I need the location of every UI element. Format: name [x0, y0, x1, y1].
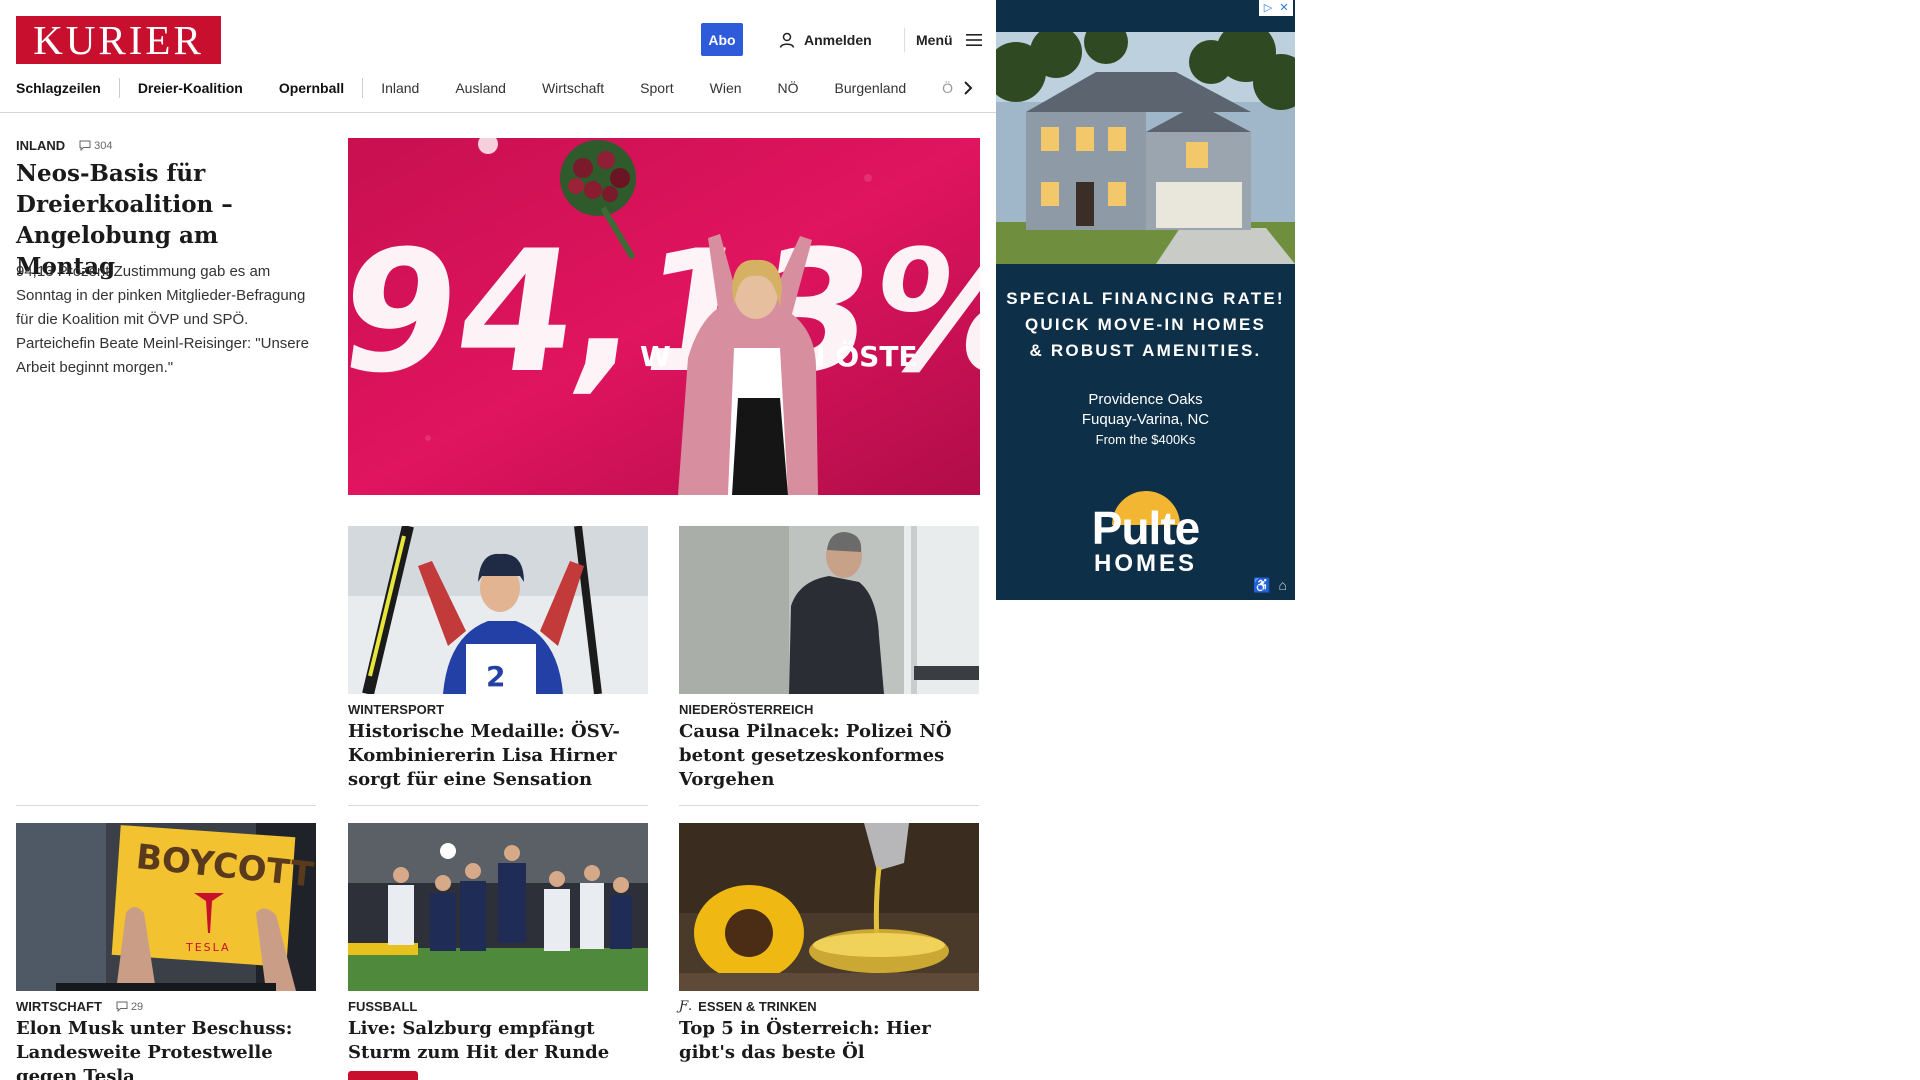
card-image-tesla[interactable]: BOYCOTT TESLA: [16, 823, 316, 991]
ad-choices-icon[interactable]: ▷: [1261, 2, 1275, 14]
chevron-right-icon: [964, 81, 973, 95]
lead-teaser: 94,13 Prozent Zustimmung gab es am Sonnt…: [16, 263, 309, 376]
nav-item-sport[interactable]: Sport: [640, 80, 673, 96]
card-image-fussball-art: [348, 823, 648, 991]
card-image-pilnacek[interactable]: [679, 526, 979, 694]
ad-community-name: Providence Oaks: [1088, 391, 1203, 408]
ad-location: Providence Oaks Fuquay-Varina, NC: [996, 390, 1295, 430]
ad-house-image-art: [996, 32, 1295, 264]
menu-button[interactable]: Menü: [916, 23, 983, 56]
header-divider: [904, 28, 905, 52]
ad-footer-icons: ♿ ⌂: [1253, 577, 1287, 594]
card-kicker-pilnacek: NIEDERÖSTERREICH: [679, 702, 813, 717]
comment-icon: [116, 1001, 128, 1012]
ad-headline-line: QUICK MOVE-IN HOMES: [1024, 315, 1267, 334]
card-image-fussball[interactable]: [348, 823, 648, 991]
nav-item-ausland[interactable]: Ausland: [455, 80, 506, 96]
section-nav: Schlagzeilen Dreier-Koalition Opernball …: [16, 77, 980, 99]
ad-price: From the $400Ks: [1095, 432, 1196, 447]
card-headline-wintersport[interactable]: Historische Medaille: ÖSV-Kombiniererin …: [348, 720, 648, 792]
ad-headline-line: SPECIAL FINANCING RATE!: [1006, 289, 1285, 308]
card-comment-count-value: 29: [130, 1000, 144, 1013]
nav-divider: [362, 78, 364, 98]
ad-controls: ▷ ✕: [1259, 0, 1293, 16]
nav-item-opernball[interactable]: Opernball: [279, 80, 344, 96]
lead-comment-count[interactable]: 304: [79, 140, 112, 152]
row-divider: [348, 805, 648, 806]
card-headline-pilnacek[interactable]: Causa Pilnacek: Polizei NÖ betont gesetz…: [679, 720, 979, 792]
login-label: Anmelden: [804, 31, 872, 48]
nav-item-inland[interactable]: Inland: [381, 80, 419, 96]
card-image-wintersport[interactable]: 2: [348, 526, 648, 694]
ad-brand-name: Pulte: [1091, 502, 1200, 554]
nav-item-schlagzeilen[interactable]: Schlagzeilen: [16, 80, 101, 96]
lead-image-percentage: 94,13%: [348, 214, 980, 410]
menu-label: Menü: [916, 31, 953, 48]
ad-brand-subname: HOMES: [1093, 550, 1197, 577]
card-image-pilnacek-art: [679, 526, 979, 694]
hamburger-icon: [965, 33, 982, 46]
close-icon[interactable]: ✕: [1277, 2, 1291, 14]
row-divider: [679, 805, 979, 806]
card-kicker-fussball: FUSSBALL: [348, 999, 417, 1014]
card-comment-count[interactable]: 29: [116, 1001, 143, 1013]
card-section-label[interactable]: NIEDERÖSTERREICH: [679, 702, 813, 717]
card-headline-fussball[interactable]: Live: Salzburg empfängt Sturm zum Hit de…: [348, 1017, 648, 1065]
header-rule: [0, 112, 997, 113]
live-badge: [348, 1071, 418, 1080]
nav-item-dreier-koalition[interactable]: Dreier-Koalition: [138, 80, 243, 96]
lead-comment-count-value: 304: [94, 139, 113, 152]
abo-button[interactable]: Abo: [701, 23, 743, 56]
ad-city: Fuquay-Varina, NC: [1081, 411, 1210, 428]
comment-icon: [79, 140, 91, 151]
card-kicker-tesla: WIRTSCHAFT 29: [16, 999, 143, 1014]
card-headline-oel[interactable]: Top 5 in Österreich: Hier gibt's das bes…: [679, 1017, 979, 1065]
tesla-image-sign-subtext: TESLA: [185, 941, 231, 954]
lead-image[interactable]: 94,13% W EUERN ÖSTE: [348, 138, 980, 495]
card-image-tesla-art: BOYCOTT TESLA: [16, 823, 316, 991]
ad-house-image: [996, 32, 1295, 264]
lead-section-label[interactable]: INLAND: [16, 138, 65, 153]
kurier-logo[interactable]: KURIER: [16, 16, 221, 64]
row-divider: [16, 805, 316, 806]
card-section-label[interactable]: WINTERSPORT: [348, 702, 444, 717]
premium-icon: ƒ.: [679, 999, 693, 1014]
accessibility-icon: ♿: [1253, 577, 1271, 593]
user-icon: [779, 32, 795, 48]
nav-divider: [118, 78, 120, 98]
login-button[interactable]: Anmelden: [778, 23, 872, 56]
equal-housing-icon: ⌂: [1278, 577, 1287, 593]
card-section-label[interactable]: WIRTSCHAFT: [16, 999, 102, 1014]
nav-scroll-right-button[interactable]: [962, 78, 978, 98]
nav-item-burgenland[interactable]: Burgenland: [835, 80, 907, 96]
card-section-label[interactable]: FUSSBALL: [348, 999, 417, 1014]
card-image-oel[interactable]: [679, 823, 979, 991]
lead-image-art: 94,13% W EUERN ÖSTE: [348, 138, 980, 495]
ad-headline-line: & ROBUST AMENITIES.: [1029, 341, 1262, 360]
advertisement[interactable]: ▷ ✕ SPECIAL FINANCING RATE! QUICK MOVE-I…: [996, 0, 1295, 600]
nav-item-truncated[interactable]: Ö: [942, 80, 953, 96]
ad-headline: SPECIAL FINANCING RATE! QUICK MOVE-IN HO…: [996, 286, 1295, 364]
svg-text:2: 2: [486, 660, 505, 693]
card-image-wintersport-art: 2: [348, 526, 648, 694]
card-section-label[interactable]: ESSEN & TRINKEN: [698, 999, 816, 1014]
card-kicker-wintersport: WINTERSPORT: [348, 702, 444, 717]
card-headline-tesla[interactable]: Elon Musk unter Beschuss: Landesweite Pr…: [16, 1017, 316, 1080]
card-image-oel-art: [679, 823, 979, 991]
card-kicker-oel: ƒ. ESSEN & TRINKEN: [679, 999, 817, 1014]
lead-kicker: INLAND 304: [16, 138, 112, 153]
nav-item-wirtschaft[interactable]: Wirtschaft: [542, 80, 604, 96]
nav-item-noe[interactable]: NÖ: [778, 80, 799, 96]
nav-item-wien[interactable]: Wien: [710, 80, 742, 96]
